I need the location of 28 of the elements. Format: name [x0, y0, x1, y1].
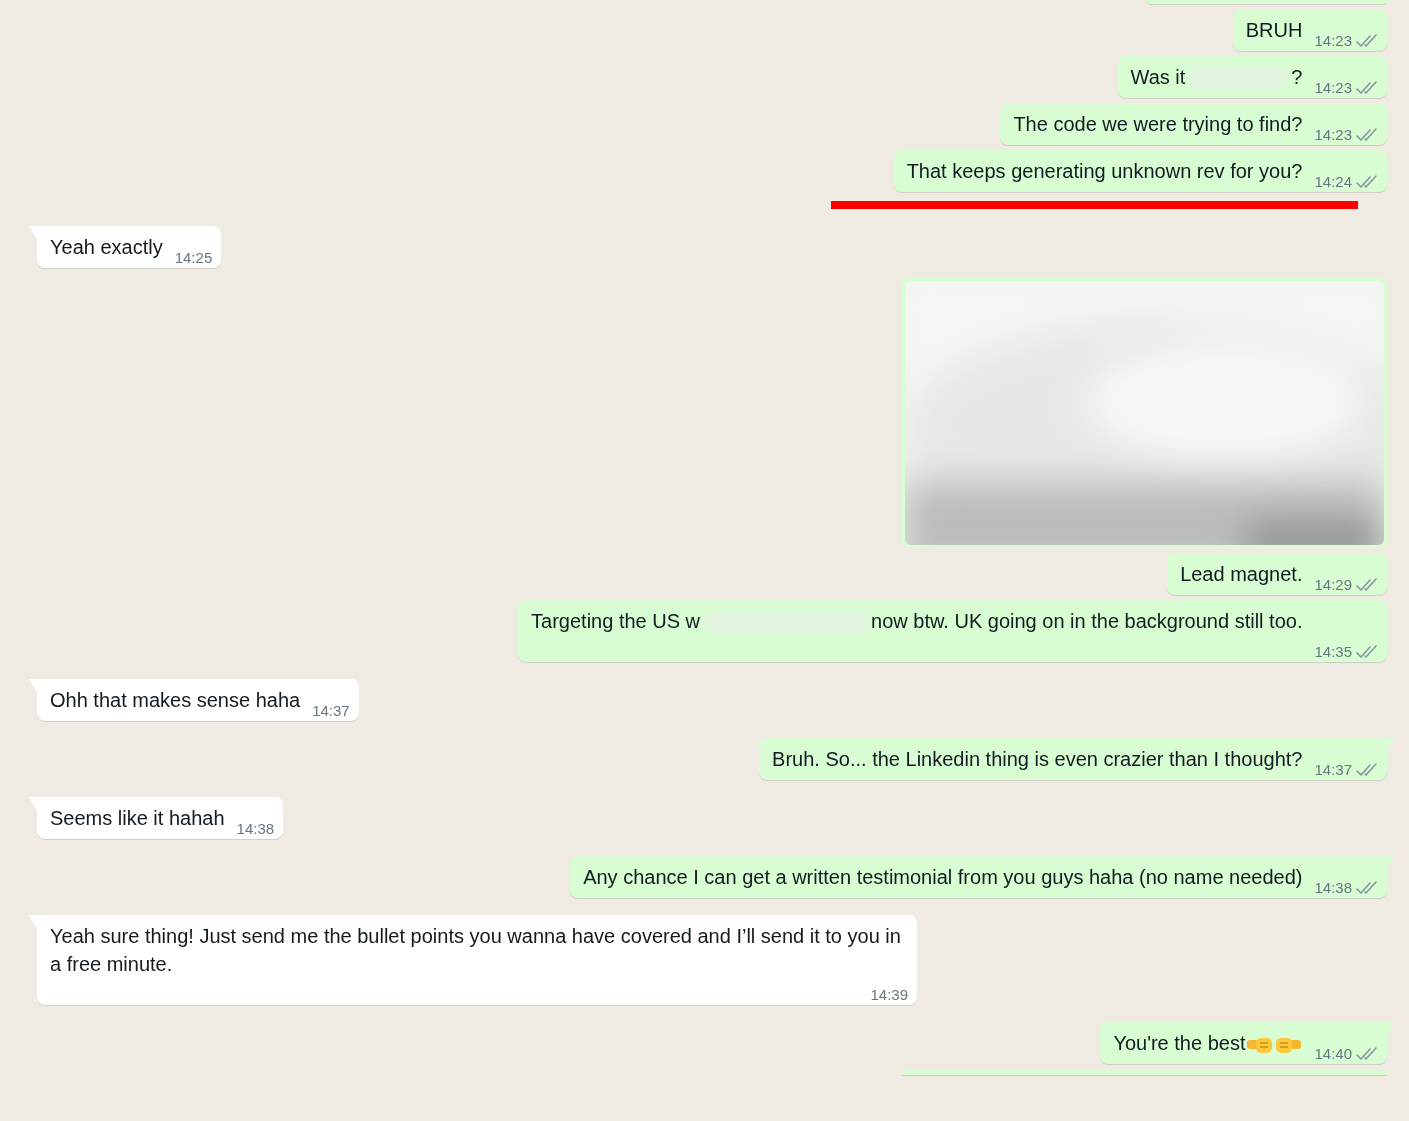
message-text: now btw. UK going on in the background still too. — [871, 610, 1303, 632]
message-text: Ohh that makes sense haha — [50, 688, 301, 713]
message-time: 14:38 — [1314, 879, 1352, 897]
message-text: Yeah sure thing! Just send me the bullet points you wanna have covered and I’ll send it to you in a free minute. — [50, 925, 901, 975]
message-time: 14:25 — [174, 249, 213, 267]
message-time: 14:38 — [236, 820, 275, 838]
message-time: 14:39 — [870, 986, 908, 1004]
message-text: The code we were trying to find? — [1013, 112, 1303, 137]
message-time: 14:23 — [1314, 32, 1352, 50]
message-time: 14:23 — [1314, 126, 1352, 144]
message-time: 14:23 — [1314, 79, 1352, 97]
message-text: Was it — [1130, 65, 1186, 90]
message-text: ? — [1291, 65, 1303, 90]
message-time: 14:29 — [1314, 576, 1352, 594]
message-text: Seems like it hahah — [50, 806, 225, 831]
message-time: 14:35 — [1314, 643, 1352, 661]
message-time: 14:24 — [1314, 173, 1352, 191]
message-time: 14:37 — [312, 702, 350, 720]
message-text: You're the best — [1113, 1031, 1246, 1056]
message-text: Lead magnet. — [1180, 562, 1303, 587]
message-text: BRUH — [1245, 18, 1303, 43]
message-text: Any chance I can get a written testimonial from you guys haha (no name needed) — [583, 865, 1303, 890]
message-time: 14:37 — [1314, 761, 1352, 779]
message-text: Targeting the US w — [531, 610, 701, 632]
message-text: Yeah exactly — [50, 235, 163, 260]
message-text: Bruh. So... the Linkedin thing is even crazier than I thought? — [772, 747, 1303, 772]
message-time: 14:40 — [1314, 1045, 1352, 1063]
message-text: That keeps generating unknown rev for you? — [906, 159, 1303, 184]
